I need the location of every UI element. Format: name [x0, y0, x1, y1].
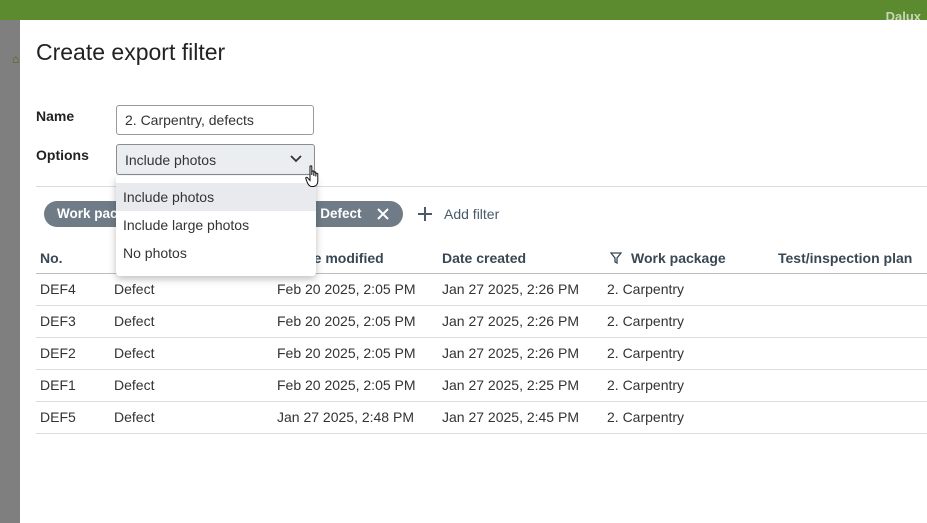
options-select-value: Include photos	[125, 152, 217, 168]
options-select[interactable]: Include photos	[116, 144, 315, 175]
cell-work-package: 2. Carpentry	[607, 409, 685, 425]
hand-pointer-cursor	[305, 165, 319, 187]
table-row[interactable]: DEF1 Defect Feb 20 2025, 2:05 PM Jan 27 …	[36, 370, 927, 402]
cell-no: DEF1	[40, 377, 76, 393]
chevron-down-icon	[290, 155, 302, 163]
dropdown-option-include-large-photos[interactable]: Include large photos	[116, 211, 316, 239]
cell-no: DEF3	[40, 313, 76, 329]
column-header-date-created[interactable]: Date created	[442, 250, 526, 266]
dropdown-option-no-photos[interactable]: No photos	[116, 239, 316, 267]
cell-date-created: Jan 27 2025, 2:26 PM	[442, 345, 579, 361]
table-row[interactable]: DEF3 Defect Feb 20 2025, 2:05 PM Jan 27 …	[36, 306, 927, 338]
table-row[interactable]: DEF5 Defect Jan 27 2025, 2:48 PM Jan 27 …	[36, 402, 927, 434]
column-header-test-plan[interactable]: Test/inspection plan	[778, 250, 912, 266]
cell-date-modified: Feb 20 2025, 2:05 PM	[277, 281, 416, 297]
cell-date-created: Jan 27 2025, 2:45 PM	[442, 409, 579, 425]
filter-chip-label: : Defect	[312, 206, 362, 221]
cell-date-modified: Jan 27 2025, 2:48 PM	[277, 409, 414, 425]
funnel-icon[interactable]	[610, 252, 622, 264]
dropdown-option-label: Include large photos	[123, 217, 250, 233]
name-input[interactable]	[116, 105, 314, 135]
cell-date-modified: Feb 20 2025, 2:05 PM	[277, 377, 416, 393]
add-filter-label: Add filter	[444, 206, 500, 222]
cell-type: Defect	[114, 313, 155, 329]
dropdown-option-label: Include photos	[123, 189, 215, 205]
cell-date-created: Jan 27 2025, 2:26 PM	[442, 313, 579, 329]
column-header-no[interactable]: No.	[40, 250, 63, 266]
column-header-date-modified[interactable]: te modified	[309, 250, 384, 266]
table-row[interactable]: DEF4 Defect Feb 20 2025, 2:05 PM Jan 27 …	[36, 274, 927, 306]
cell-work-package: 2. Carpentry	[607, 377, 685, 393]
table-row[interactable]: DEF2 Defect Feb 20 2025, 2:05 PM Jan 27 …	[36, 338, 927, 370]
options-label: Options	[36, 147, 89, 163]
cell-date-created: Jan 27 2025, 2:25 PM	[442, 377, 579, 393]
column-header-work-package[interactable]: Work package	[631, 250, 726, 266]
plus-icon	[418, 207, 432, 221]
name-label: Name	[36, 108, 75, 124]
dropdown-option-label: No photos	[123, 245, 187, 261]
cell-type: Defect	[114, 377, 155, 393]
cell-no: DEF5	[40, 409, 76, 425]
cell-work-package: 2. Carpentry	[607, 313, 685, 329]
cell-type: Defect	[114, 281, 155, 297]
dropdown-option-include-photos[interactable]: Include photos	[116, 183, 316, 211]
cell-no: DEF2	[40, 345, 76, 361]
close-icon[interactable]	[377, 208, 389, 220]
options-dropdown-menu: Include photos Include large photos No p…	[116, 176, 316, 276]
cell-type: Defect	[114, 409, 155, 425]
app-top-bar: Dalux	[0, 0, 927, 24]
export-filter-dialog: Create export filter Name Options Includ…	[20, 20, 927, 523]
cell-date-modified: Feb 20 2025, 2:05 PM	[277, 313, 416, 329]
dialog-title: Create export filter	[36, 39, 226, 65]
cell-type: Defect	[114, 345, 155, 361]
cell-no: DEF4	[40, 281, 76, 297]
cell-work-package: 2. Carpentry	[607, 345, 685, 361]
cell-work-package: 2. Carpentry	[607, 281, 685, 297]
cell-date-modified: Feb 20 2025, 2:05 PM	[277, 345, 416, 361]
filter-chip-label: Work pac	[57, 206, 118, 221]
cell-date-created: Jan 27 2025, 2:26 PM	[442, 281, 579, 297]
